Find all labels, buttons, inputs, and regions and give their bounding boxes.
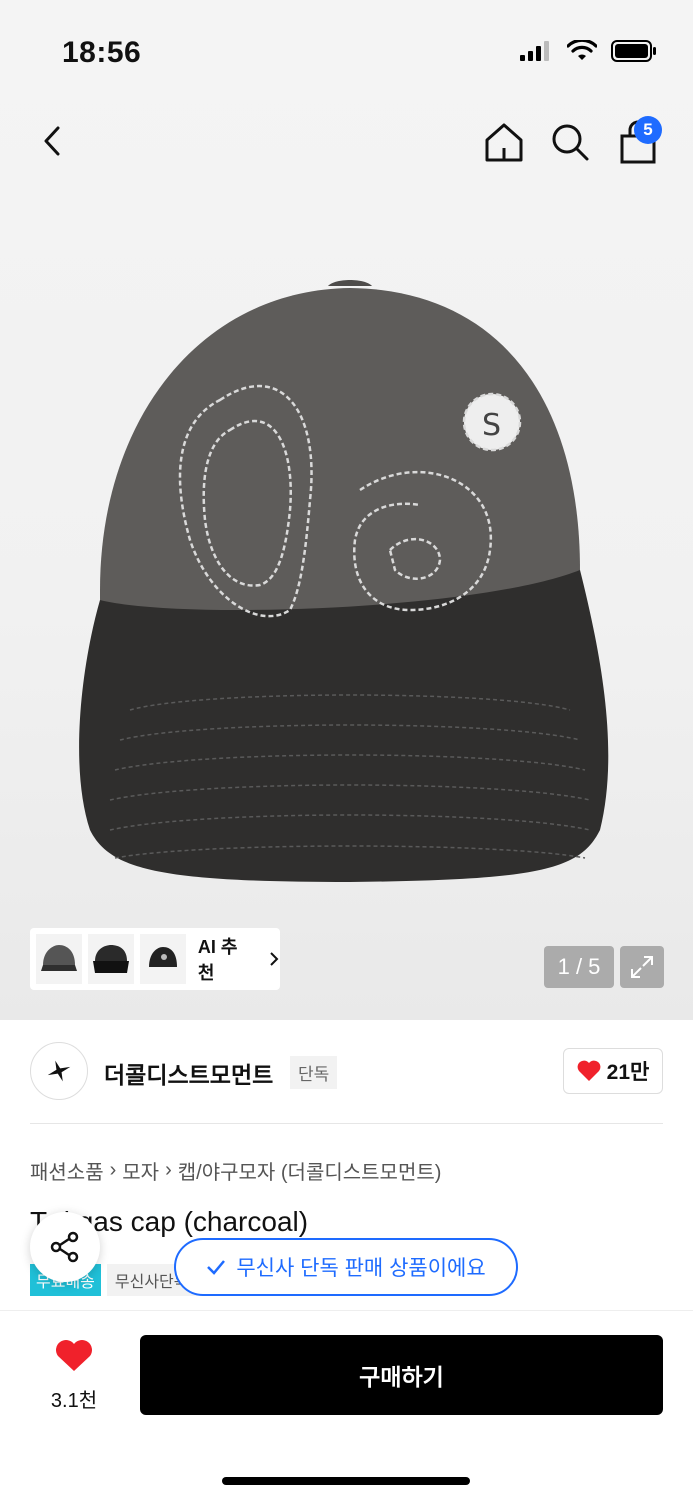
status-time: 18:56 [62,36,142,69]
bottom-action-bar: 3.1천 구매하기 [0,1310,693,1500]
thumbnail-3[interactable] [139,934,186,984]
wifi-icon [567,40,597,60]
cart-count-badge: 5 [634,116,662,144]
back-arrow-icon[interactable] [30,116,74,166]
search-icon[interactable] [548,118,592,166]
toast-text: 무신사 단독 판매 상품이에요 [236,1257,486,1280]
svg-text:S: S [482,408,501,443]
chevron-right-icon: › [165,1159,172,1181]
expand-button[interactable] [620,946,664,988]
battery-icon [611,40,656,62]
chevron-right-icon [270,952,279,966]
cap-thumbnail-icon [92,945,129,973]
wishlist-button[interactable]: 3.1천 [44,1339,104,1413]
signal-icon [520,41,549,61]
status-bar: 18:56 [0,0,693,100]
product-photo-cap[interactable]: S [60,270,640,910]
divider [30,1123,663,1124]
star-logo-icon [47,1060,71,1082]
status-icons [519,40,657,62]
thumbnail-strip[interactable]: AI 추천 [30,928,280,990]
brand-exclusive-tag: 단독 [290,1056,338,1089]
heart-icon [56,1340,92,1371]
exclusive-toast: 무신사 단독 판매 상품이에요 [174,1238,518,1296]
expand-icon [631,956,653,978]
wishlist-count: 3.1천 [50,1390,98,1412]
home-indicator [222,1477,470,1485]
brand-name[interactable]: 더콜디스트모먼트 [104,1056,273,1090]
brand-logo[interactable] [30,1042,88,1100]
breadcrumb-item-3[interactable]: 캡/야구모자 (더콜디스트모먼트) [178,1156,442,1185]
share-icon [50,1231,79,1263]
breadcrumb-item-1[interactable]: 패션소품 [30,1156,104,1185]
image-counter: 1 / 5 [544,946,614,988]
heart-icon [577,1060,601,1081]
brand-like-button[interactable]: 21만 [563,1048,663,1094]
breadcrumb-item-2[interactable]: 모자 [122,1156,159,1185]
product-gallery[interactable]: 18:56 5 S AI 추천 1 / 5 [0,0,693,1020]
chevron-right-icon: › [109,1159,117,1181]
brand-row[interactable]: 더콜디스트모먼트 단독 21만 [30,1042,663,1104]
thumbnail-2[interactable] [87,934,134,984]
cap-thumbnail-icon [40,945,77,971]
top-nav [0,110,693,174]
cap-thumbnail-icon [148,947,177,967]
ai-recommend-label[interactable]: AI 추천 [198,933,254,985]
home-icon[interactable] [482,118,526,166]
buy-button[interactable]: 구매하기 [140,1335,663,1415]
thumbnail-1[interactable] [36,934,82,984]
share-button[interactable] [30,1212,100,1282]
breadcrumb: 패션소품 › 모자 › 캡/야구모자 (더콜디스트모먼트) [30,1156,441,1185]
check-icon [207,1260,226,1275]
brand-like-count: 21만 [606,1061,650,1084]
